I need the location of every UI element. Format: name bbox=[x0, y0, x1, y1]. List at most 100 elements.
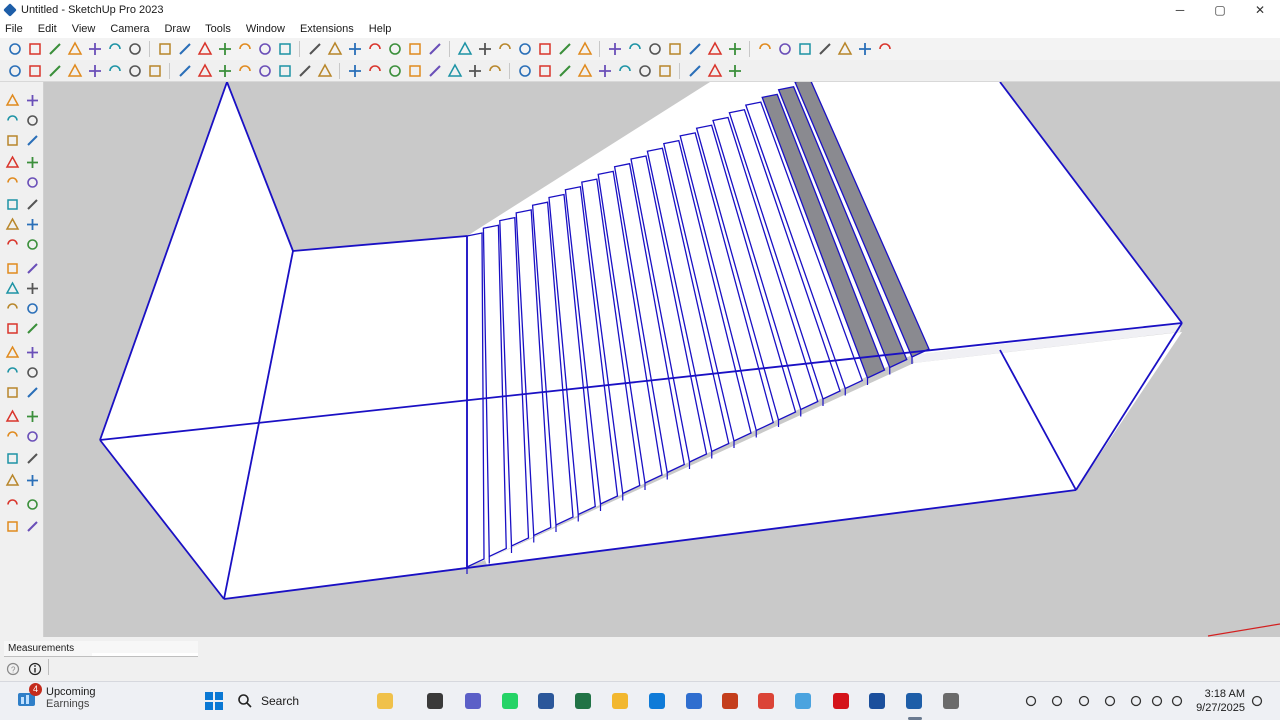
sandbox-from-contours-icon[interactable] bbox=[6, 62, 23, 79]
tags-icon[interactable] bbox=[426, 62, 443, 79]
push-pull-icon[interactable] bbox=[106, 41, 123, 58]
circle-tool-icon[interactable] bbox=[4, 174, 20, 190]
from-scratch-icon[interactable] bbox=[26, 62, 43, 79]
eraser-icon[interactable] bbox=[26, 41, 43, 58]
eraser-tool-icon[interactable] bbox=[24, 112, 40, 128]
pan-tool-icon[interactable] bbox=[24, 384, 40, 400]
text-tool-icon[interactable] bbox=[24, 320, 40, 336]
materials-icon[interactable] bbox=[446, 62, 463, 79]
orbit-icon[interactable] bbox=[386, 41, 403, 58]
cloud-sync-icon[interactable] bbox=[1048, 692, 1066, 710]
view-back-icon[interactable] bbox=[816, 41, 833, 58]
maximize-button[interactable]: ▢ bbox=[1200, 0, 1240, 20]
store-icon[interactable] bbox=[683, 690, 705, 712]
shaded-icon[interactable] bbox=[576, 41, 593, 58]
geolocation-icon[interactable]: ? bbox=[4, 660, 21, 677]
stamp-icon[interactable] bbox=[66, 62, 83, 79]
view-left-icon[interactable] bbox=[836, 41, 853, 58]
trimble-icon[interactable] bbox=[866, 690, 888, 712]
walk-icon[interactable] bbox=[386, 62, 403, 79]
3d-text-tool-icon[interactable] bbox=[24, 344, 40, 360]
intersect-icon[interactable] bbox=[176, 62, 193, 79]
select-icon[interactable] bbox=[6, 41, 23, 58]
styles-tool-icon[interactable] bbox=[24, 518, 40, 534]
monochrome-icon[interactable] bbox=[626, 41, 643, 58]
camera-position-icon[interactable] bbox=[346, 62, 363, 79]
trim-icon[interactable] bbox=[236, 62, 253, 79]
open-folder-icon[interactable] bbox=[406, 41, 423, 58]
section-plane-icon[interactable] bbox=[366, 41, 383, 58]
move-tool-icon[interactable] bbox=[4, 236, 20, 252]
close-circle-icon[interactable] bbox=[456, 41, 473, 58]
paint-bucket-icon[interactable] bbox=[4, 112, 20, 128]
weather-widget[interactable]: 4 Upcoming Earnings bbox=[16, 683, 96, 710]
measurements-input[interactable] bbox=[92, 653, 198, 656]
edge-icon[interactable] bbox=[646, 690, 668, 712]
windows-start-icon[interactable] bbox=[203, 690, 225, 712]
teams-icon[interactable] bbox=[462, 690, 484, 712]
file-explorer-icon[interactable] bbox=[424, 690, 446, 712]
view-right-icon[interactable] bbox=[796, 41, 813, 58]
share-model-icon[interactable] bbox=[706, 62, 723, 79]
soften-edges-icon[interactable] bbox=[556, 62, 573, 79]
zoom-tool-icon[interactable] bbox=[4, 408, 20, 424]
union-icon[interactable] bbox=[196, 62, 213, 79]
position-camera-icon[interactable] bbox=[4, 450, 20, 466]
menu-draw[interactable]: Draw bbox=[163, 23, 191, 35]
folder-icon[interactable] bbox=[609, 690, 631, 712]
dimension-icon[interactable] bbox=[256, 41, 273, 58]
back-edges-icon[interactable] bbox=[516, 41, 533, 58]
sandbox-icon[interactable] bbox=[706, 41, 723, 58]
polygon-tool-icon[interactable] bbox=[24, 174, 40, 190]
preview-icon[interactable] bbox=[686, 62, 703, 79]
follow-me-icon[interactable] bbox=[126, 41, 143, 58]
text-icon[interactable] bbox=[306, 41, 323, 58]
pie-icon[interactable] bbox=[4, 216, 20, 232]
add-location-icon[interactable] bbox=[636, 62, 653, 79]
layers-tool-icon[interactable] bbox=[4, 518, 20, 534]
components-tool-icon[interactable] bbox=[4, 496, 20, 512]
offset-icon[interactable] bbox=[216, 41, 233, 58]
taskbar-search[interactable]: Search bbox=[237, 690, 367, 712]
menu-help[interactable]: Help bbox=[368, 23, 393, 35]
subtract-icon[interactable] bbox=[216, 62, 233, 79]
solid-tools-icon[interactable] bbox=[876, 41, 893, 58]
walk-tool-icon[interactable] bbox=[24, 450, 40, 466]
component-icon[interactable] bbox=[476, 41, 493, 58]
look-around-tool-icon[interactable] bbox=[4, 472, 20, 488]
minimize-button[interactable]: ─ bbox=[1160, 0, 1200, 20]
outer-shell-icon[interactable] bbox=[146, 62, 163, 79]
flight-icon[interactable] bbox=[792, 690, 814, 712]
extension-icon[interactable] bbox=[666, 41, 683, 58]
rectangle-tool-icon[interactable] bbox=[4, 154, 20, 170]
toggle-terrain-icon[interactable] bbox=[656, 62, 673, 79]
volume-icon[interactable] bbox=[1148, 692, 1166, 710]
textured-icon[interactable] bbox=[606, 41, 623, 58]
look-around-icon[interactable] bbox=[366, 62, 383, 79]
drape-icon[interactable] bbox=[86, 62, 103, 79]
lasso-icon[interactable] bbox=[24, 92, 40, 108]
info-icon[interactable] bbox=[26, 660, 43, 677]
push-pull-tool-icon[interactable] bbox=[24, 236, 40, 252]
section-fill-icon[interactable] bbox=[276, 62, 293, 79]
sandbox-tool-icon[interactable] bbox=[24, 496, 40, 512]
section-tool-icon[interactable] bbox=[4, 364, 20, 380]
zoom-extents-icon[interactable] bbox=[4, 428, 20, 444]
three-point-arc-icon[interactable] bbox=[24, 216, 40, 232]
menu-view[interactable]: View bbox=[71, 23, 97, 35]
powerpoint-icon[interactable] bbox=[719, 690, 741, 712]
menu-tools[interactable]: Tools bbox=[204, 23, 232, 35]
tape-measure-icon[interactable] bbox=[236, 41, 253, 58]
close-button[interactable]: ✕ bbox=[1240, 0, 1280, 20]
flip-edge-icon[interactable] bbox=[126, 62, 143, 79]
excel-icon[interactable] bbox=[572, 690, 594, 712]
select-tool-icon[interactable] bbox=[4, 92, 20, 108]
protractor-tool-icon[interactable] bbox=[24, 300, 40, 316]
account-icon[interactable] bbox=[726, 62, 743, 79]
rotated-rectangle-icon[interactable] bbox=[24, 154, 40, 170]
display-section-icon[interactable] bbox=[296, 62, 313, 79]
menu-camera[interactable]: Camera bbox=[109, 23, 150, 35]
wireframe-icon[interactable] bbox=[536, 41, 553, 58]
scenes-icon[interactable] bbox=[466, 62, 483, 79]
protractor-icon[interactable] bbox=[276, 41, 293, 58]
